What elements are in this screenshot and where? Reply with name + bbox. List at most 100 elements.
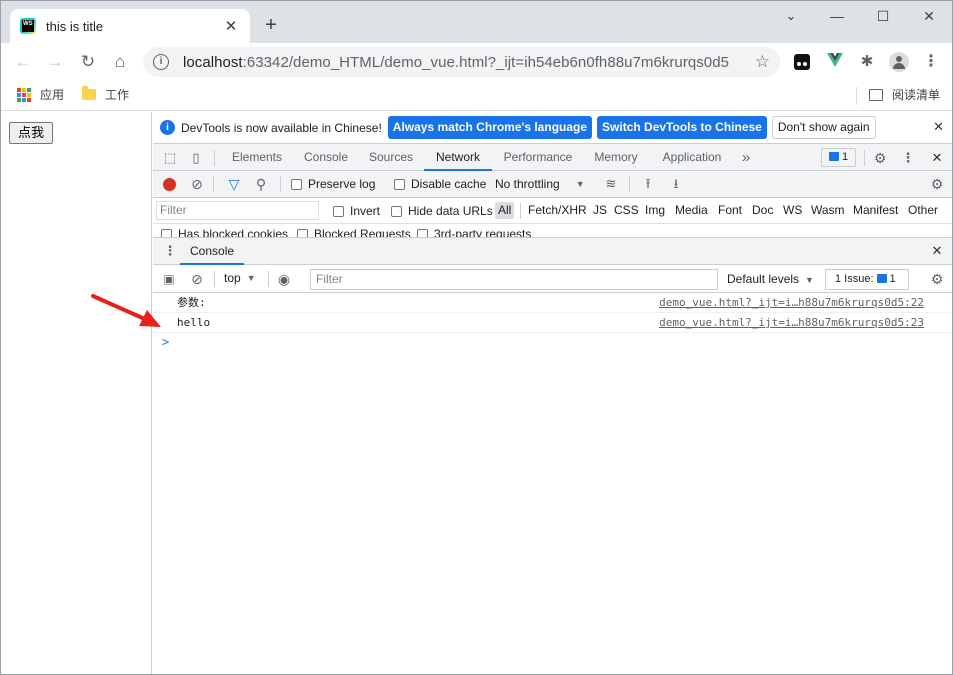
console-prompt-chevron-icon[interactable]: > [162,335,169,349]
toolbar-divider [214,271,215,287]
forward-icon[interactable]: → [41,49,69,75]
type-filter-img[interactable]: Img [645,202,665,219]
maximize-button[interactable]: ☐ [860,5,906,27]
live-expression-eye-icon[interactable]: ◉ [275,270,293,288]
bookmark-star-icon[interactable]: ☆ [755,52,770,72]
toolbar-divider [520,203,521,219]
invert-checkbox[interactable]: Invert [333,204,380,218]
close-devtools-icon[interactable]: ✕ [928,149,946,167]
inspect-element-icon[interactable]: ⬚ [161,149,179,167]
close-drawer-icon[interactable]: ✕ [928,242,946,260]
reading-list-label: 阅读清单 [891,88,940,102]
type-filter-manifest[interactable]: Manifest [853,202,898,219]
site-info-icon[interactable]: i [153,54,169,70]
console-messages: 参数: demo_vue.html?_ijt=i…h88u7m6krurqs0d… [153,293,952,349]
extensions-puzzle-icon[interactable]: ✱ [857,52,877,72]
type-filter-media[interactable]: Media [675,202,708,219]
infobar-close-icon[interactable]: ✕ [933,119,944,135]
type-filter-css[interactable]: CSS [614,202,639,219]
new-tab-button[interactable]: + [259,13,283,37]
disable-cache-checkbox[interactable]: Disable cache [394,177,486,191]
tampermonkey-extension-icon[interactable] [792,52,812,72]
reading-list-icon [868,88,883,101]
settings-gear-icon[interactable]: ⚙ [871,149,889,167]
type-filter-font[interactable]: Font [718,202,742,219]
network-filter-input[interactable]: Filter [156,201,319,220]
devtools-panel: i DevTools is now available in Chinese! … [153,112,952,674]
browser-window: WS this is title ✕ + ⌄ — ☐ ✕ ← → ↻ ⌂ i l… [0,0,953,675]
tab-network[interactable]: Network [424,144,492,171]
type-filter-fetch-xhr[interactable]: Fetch/XHR [528,202,587,219]
third-party-requests-checkbox[interactable]: 3rd-party requests [417,227,531,237]
toolbar-divider [214,150,215,166]
type-filter-doc[interactable]: Doc [752,202,773,219]
reload-icon[interactable]: ↻ [74,49,102,75]
network-conditions-icon[interactable]: ≋ [602,175,620,193]
preserve-log-checkbox[interactable]: Preserve log [291,177,375,191]
dont-show-again-button[interactable]: Don't show again [771,116,876,139]
console-settings-gear-icon[interactable]: ⚙ [928,270,946,288]
chrome-menu-icon[interactable]: ⋮ [921,52,941,72]
more-tabs-icon[interactable]: » [735,144,757,171]
url-text[interactable]: localhost:63342/demo_HTML/demo_vue.html?… [183,54,729,71]
type-filter-other[interactable]: Other [908,202,938,219]
console-filter-input[interactable]: Filter [310,269,718,290]
issues-badge[interactable]: 1 [821,148,856,167]
tab-elements[interactable]: Elements [223,144,291,171]
click-me-button[interactable]: 点我 [9,122,53,144]
blocked-requests-checkbox[interactable]: Blocked Requests [297,227,411,237]
record-icon[interactable] [163,178,176,191]
type-filter-ws[interactable]: WS [783,202,802,219]
switch-to-chinese-button[interactable]: Switch DevTools to Chinese [597,116,767,139]
import-har-icon[interactable]: ⭱ [639,175,657,193]
console-issues-button[interactable]: 1 Issue: 1 [825,269,909,290]
type-filter-wasm[interactable]: Wasm [811,202,845,219]
drawer-menu-icon[interactable]: ⋮ [161,242,179,260]
log-levels-select[interactable]: Default levels ▼ [727,270,814,289]
tab-application[interactable]: Application [651,144,733,171]
search-icon[interactable]: ⚲ [252,175,270,193]
tab-close-icon[interactable]: ✕ [222,17,240,35]
bookmark-work-folder[interactable]: 工作 [82,86,129,103]
bookmark-label: 工作 [105,88,130,102]
console-log-row: hello demo_vue.html?_ijt=i…h88u7m6krurqs… [153,313,952,333]
home-icon[interactable]: ⌂ [106,49,134,75]
tab-performance[interactable]: Performance [495,144,581,171]
match-language-button[interactable]: Always match Chrome's language [387,116,593,139]
back-icon[interactable]: ← [9,49,37,75]
tab-sources[interactable]: Sources [361,144,421,171]
customize-menu-icon[interactable]: ⋮ [899,149,917,167]
drawer-tab-bar: ⋮ Console ✕ [153,237,952,265]
vue-devtools-extension-icon[interactable] [825,52,845,72]
log-source-link[interactable]: demo_vue.html?_ijt=i…h88u7m6krurqs0d5:22 [659,293,924,312]
filter-funnel-icon[interactable]: ▽ [225,175,243,193]
tab-memory[interactable]: Memory [584,144,648,171]
minimize-button[interactable]: — [814,5,860,27]
bookmark-apps[interactable]: 应用 [17,86,64,103]
address-bar[interactable]: i localhost:63342/demo_HTML/demo_vue.htm… [143,47,780,77]
reading-list-button[interactable]: 阅读清单 [868,86,940,103]
console-log-row: 参数: demo_vue.html?_ijt=i…h88u7m6krurqs0d… [153,293,952,313]
hide-data-urls-checkbox[interactable]: Hide data URLs [391,204,493,218]
drawer-tab-console[interactable]: Console [180,238,245,265]
infobar-message: DevTools is now available in Chinese! [181,120,382,135]
folder-icon [82,86,96,100]
tab-search-icon[interactable]: ⌄ [768,5,814,27]
type-filter-all[interactable]: All [495,202,515,219]
has-blocked-cookies-checkbox[interactable]: Has blocked cookies [161,227,288,237]
browser-tab[interactable]: WS this is title ✕ [10,9,250,43]
network-settings-gear-icon[interactable]: ⚙ [928,175,946,193]
console-sidebar-icon[interactable]: ▣ [160,270,178,288]
context-selector[interactable]: top ▼ [224,271,256,285]
type-filter-js[interactable]: JS [593,202,607,219]
console-clear-icon[interactable]: ⊘ [188,270,206,288]
log-source-link[interactable]: demo_vue.html?_ijt=i…h88u7m6krurqs0d5:23 [659,313,924,332]
device-toolbar-icon[interactable]: ▯ [187,149,205,167]
throttling-select[interactable]: No throttling ▼ [495,177,585,191]
clear-icon[interactable]: ⊘ [188,175,206,193]
tab-console[interactable]: Console [294,144,358,171]
profile-avatar[interactable] [889,52,909,72]
close-window-button[interactable]: ✕ [906,5,952,27]
log-message: 参数: [177,296,206,309]
export-har-icon[interactable]: ⭳ [667,175,685,193]
